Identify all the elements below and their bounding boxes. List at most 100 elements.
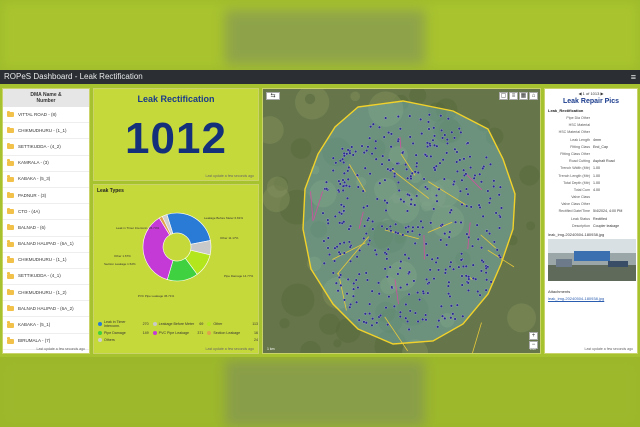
leak-point-marker[interactable] — [343, 180, 346, 184]
leak-point-marker[interactable] — [449, 260, 453, 264]
leak-point-marker[interactable] — [401, 151, 404, 155]
leak-point-marker[interactable] — [498, 215, 502, 219]
leak-point-marker[interactable] — [373, 248, 377, 252]
leak-point-marker[interactable] — [481, 214, 485, 218]
leak-point-marker[interactable] — [331, 271, 335, 275]
leak-point-marker[interactable] — [395, 162, 399, 165]
leak-point-marker[interactable] — [497, 254, 501, 257]
leak-point-marker[interactable] — [464, 264, 468, 268]
dma-list-item[interactable]: BALNAD HALIPAD - (6A_2) — [3, 301, 89, 318]
leak-point-marker[interactable] — [375, 197, 379, 201]
leak-point-marker[interactable] — [342, 220, 346, 224]
leak-point-marker[interactable] — [441, 136, 444, 140]
leak-point-marker[interactable] — [406, 176, 410, 180]
leak-point-marker[interactable] — [342, 152, 346, 155]
leak-point-marker[interactable] — [486, 189, 490, 193]
leak-point-marker[interactable] — [349, 259, 352, 263]
leak-point-marker[interactable] — [429, 155, 433, 158]
leak-point-marker[interactable] — [342, 161, 346, 164]
leak-point-marker[interactable] — [433, 168, 437, 172]
leak-point-marker[interactable] — [434, 164, 438, 168]
leak-point-marker[interactable] — [407, 328, 411, 331]
leak-point-marker[interactable] — [432, 207, 436, 211]
leak-point-marker[interactable] — [407, 225, 410, 228]
dma-list-item[interactable]: CTO - (4A) — [3, 204, 89, 221]
leak-point-marker[interactable] — [451, 312, 455, 316]
leak-point-marker[interactable] — [494, 211, 498, 215]
leak-point-marker[interactable] — [484, 155, 488, 159]
leak-point-marker[interactable] — [441, 314, 444, 318]
leak-point-marker[interactable] — [409, 198, 413, 201]
leak-point-marker[interactable] — [433, 134, 436, 138]
leak-point-marker[interactable] — [361, 189, 365, 193]
dma-list-item[interactable]: KABAKA - (5_1) — [3, 317, 89, 334]
leak-point-marker[interactable] — [337, 250, 341, 254]
leak-point-marker[interactable] — [375, 253, 378, 256]
leak-point-marker[interactable] — [346, 277, 350, 281]
map-basemap-icon[interactable]: ▦ — [519, 92, 528, 100]
leak-point-marker[interactable] — [384, 209, 388, 212]
leak-point-marker[interactable] — [489, 280, 493, 284]
dma-list-item[interactable]: CHIKMUDHURU - (1_2) — [3, 285, 89, 302]
leak-point-marker[interactable] — [432, 277, 436, 281]
leak-point-marker[interactable] — [405, 283, 409, 286]
leak-point-marker[interactable] — [394, 230, 398, 234]
leak-point-marker[interactable] — [453, 147, 457, 151]
leak-point-marker[interactable] — [393, 172, 397, 175]
leak-point-marker[interactable] — [421, 317, 425, 321]
leak-point-marker[interactable] — [488, 201, 491, 205]
leak-point-marker[interactable] — [477, 203, 481, 207]
leak-point-marker[interactable] — [339, 203, 343, 207]
leak-point-marker[interactable] — [383, 267, 387, 271]
leak-point-marker[interactable] — [467, 289, 470, 292]
leak-point-marker[interactable] — [474, 277, 478, 281]
leak-point-marker[interactable] — [484, 288, 488, 292]
repair-pager[interactable]: ◀ 1 of 1013 ▶ — [545, 91, 637, 96]
leak-point-marker[interactable] — [399, 286, 403, 290]
leak-point-marker[interactable] — [500, 206, 503, 210]
leak-point-marker[interactable] — [438, 161, 442, 165]
leak-point-marker[interactable] — [362, 151, 366, 154]
leak-point-marker[interactable] — [461, 314, 465, 318]
leak-point-marker[interactable] — [355, 255, 359, 259]
leak-point-marker[interactable] — [336, 289, 340, 293]
leak-point-marker[interactable] — [409, 202, 413, 206]
leak-point-marker[interactable] — [322, 239, 326, 243]
leak-point-marker[interactable] — [452, 180, 456, 183]
leak-point-marker[interactable] — [445, 151, 449, 155]
leak-point-marker[interactable] — [385, 275, 389, 279]
leak-point-marker[interactable] — [467, 275, 471, 279]
leak-point-marker[interactable] — [437, 319, 441, 323]
leak-point-marker[interactable] — [339, 273, 343, 277]
dma-list-item[interactable]: PADNUR - (3) — [3, 188, 89, 205]
leak-point-marker[interactable] — [450, 130, 454, 134]
leak-point-marker[interactable] — [378, 125, 381, 129]
leak-point-marker[interactable] — [351, 153, 355, 157]
leak-point-marker[interactable] — [393, 175, 396, 178]
map-home-icon[interactable]: ⌂ — [529, 92, 538, 100]
dma-list-item[interactable]: VITTAL ROAD - (8) — [3, 107, 89, 124]
leak-point-marker[interactable] — [356, 185, 360, 189]
dma-list-item[interactable]: SETTIKUDDA - (4_1) — [3, 269, 89, 286]
leak-point-marker[interactable] — [378, 181, 382, 185]
leak-point-marker[interactable] — [374, 146, 377, 150]
leak-point-marker[interactable] — [383, 178, 387, 182]
leak-point-marker[interactable] — [370, 323, 374, 327]
dma-list-item[interactable]: KAMRALA - (3) — [3, 156, 89, 172]
leak-point-marker[interactable] — [424, 318, 428, 322]
leak-point-marker[interactable] — [352, 287, 356, 291]
legend-item[interactable]: Leak in Timer Interconn. 270 — [98, 320, 149, 328]
leak-point-marker[interactable] — [448, 295, 452, 298]
dma-list-item[interactable]: BALNAD HALIPAD - (6A_1) — [3, 237, 89, 253]
leak-point-marker[interactable] — [480, 246, 483, 250]
leak-point-marker[interactable] — [459, 221, 463, 224]
leak-point-marker[interactable] — [431, 138, 435, 142]
leak-point-marker[interactable] — [480, 259, 484, 262]
leak-point-marker[interactable] — [448, 211, 452, 214]
leak-point-marker[interactable] — [460, 274, 464, 278]
leak-point-marker[interactable] — [322, 261, 326, 265]
leak-point-marker[interactable] — [406, 230, 410, 234]
leak-point-marker[interactable] — [422, 177, 426, 181]
leak-point-marker[interactable] — [415, 194, 419, 198]
leak-point-marker[interactable] — [473, 174, 477, 177]
